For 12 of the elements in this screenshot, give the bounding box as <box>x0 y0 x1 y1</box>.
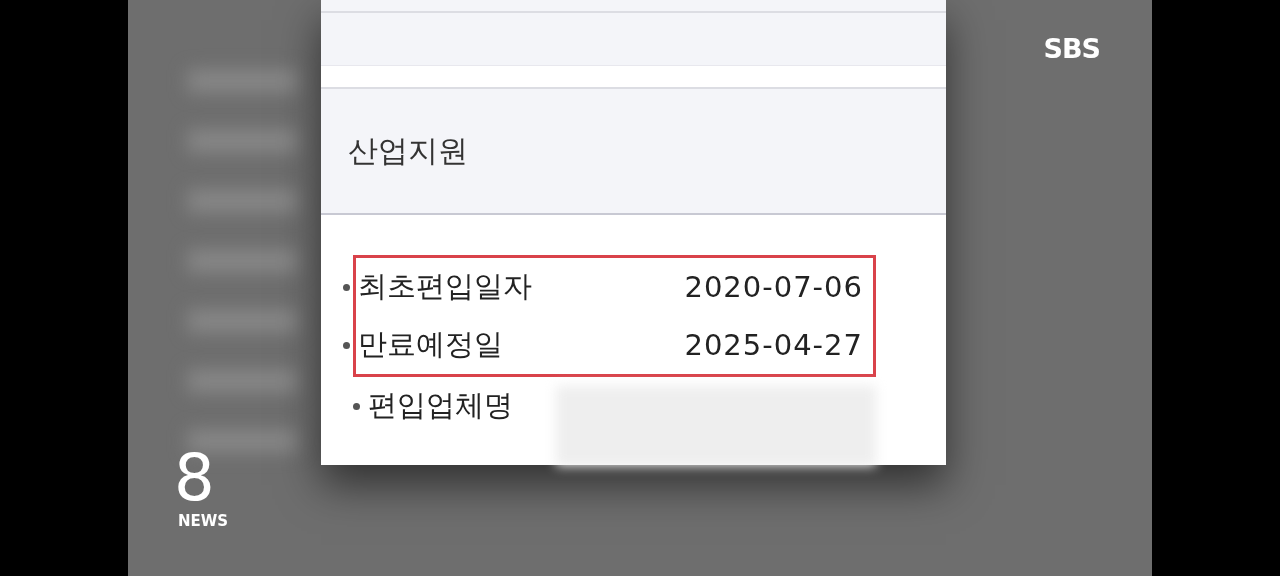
bullet-icon <box>343 283 350 291</box>
section-title: 산업지원 <box>348 131 468 170</box>
bullet-icon <box>353 402 360 410</box>
program-logo: 8 <box>174 446 215 510</box>
field-value: 2025-04-27 <box>684 328 863 362</box>
field-value: 2020-07-06 <box>684 270 863 304</box>
field-label: 최초편입일자 <box>358 268 533 305</box>
field-label: 만료예정일 <box>358 326 504 363</box>
bullet-icon <box>343 341 350 349</box>
field-label: 편입업체명 <box>368 387 514 424</box>
program-name: NEWS <box>178 512 229 530</box>
channel-logo: SBS <box>1043 33 1100 64</box>
